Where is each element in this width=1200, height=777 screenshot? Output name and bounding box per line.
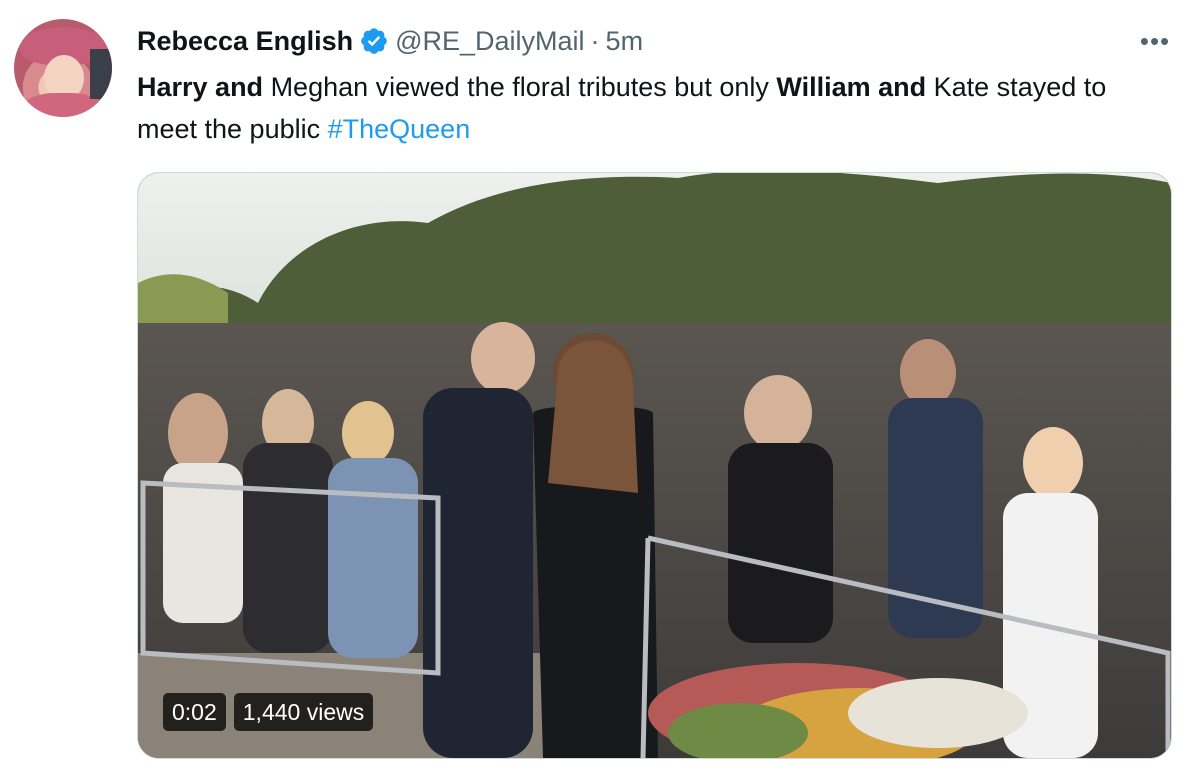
person-shape	[471, 322, 535, 394]
tweet-header: Rebecca English @RE_DailyMail · 5m	[137, 24, 643, 58]
person-shape	[243, 443, 333, 653]
video-timestamp: 0:02	[163, 693, 226, 731]
tweet-text: Harry and Meghan viewed the floral tribu…	[137, 66, 1167, 150]
tweet-text-bold-1: Harry and	[137, 72, 264, 102]
video-overlay: 0:02 1,440 views	[163, 693, 374, 731]
avatar[interactable]	[14, 19, 112, 117]
person-shape	[168, 393, 228, 473]
avatar-background-shape	[90, 49, 112, 99]
verified-badge-icon	[361, 28, 387, 54]
hashtag-link[interactable]: #TheQueen	[328, 114, 471, 144]
hair-shape	[548, 340, 638, 493]
person-shape	[1023, 427, 1083, 499]
person-shape	[342, 401, 394, 465]
author-handle[interactable]: @RE_DailyMail	[395, 26, 584, 57]
author-name[interactable]: Rebecca English	[137, 26, 353, 57]
person-shape	[900, 339, 956, 407]
video-player[interactable]	[137, 172, 1172, 759]
tweet-text-segment-1: Meghan viewed the floral tributes but on…	[263, 72, 777, 102]
person-shape	[328, 458, 418, 658]
separator-dot: ·	[590, 25, 600, 56]
video-frame	[138, 173, 1171, 758]
tweet-text-bold-2: William and	[776, 72, 927, 102]
more-options-icon[interactable]: •••	[1138, 26, 1172, 56]
tweet-timestamp[interactable]: 5m	[606, 26, 644, 57]
video-view-count: 1,440 views	[233, 693, 374, 731]
person-shape	[744, 375, 812, 451]
person-shape	[728, 443, 833, 643]
